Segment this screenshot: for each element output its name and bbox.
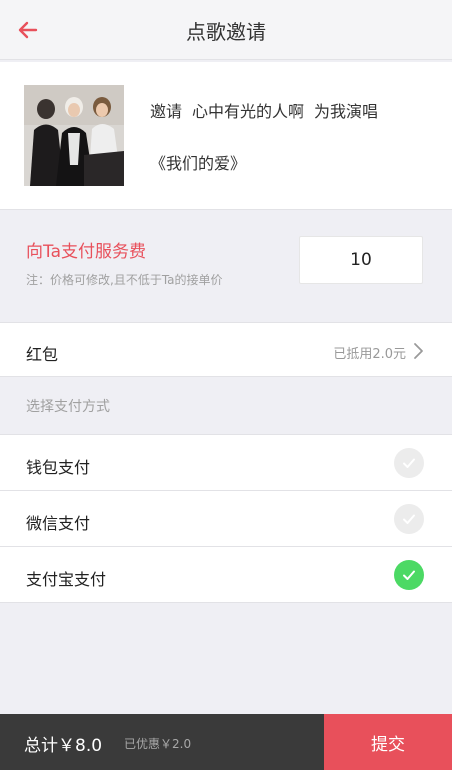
payment-option-label: 支付宝支付 — [26, 570, 107, 589]
song-title: 《我们的爱》 — [150, 154, 247, 173]
service-fee-input[interactable] — [299, 236, 423, 284]
check-circle-icon[interactable] — [394, 448, 424, 478]
inviter-name: 心中有光的人啊 — [192, 102, 305, 121]
invite-suffix: 为我演唱 — [314, 102, 379, 121]
red-packet-value: 已抵用2.0元 — [333, 347, 406, 362]
service-fee-title: 向Ta支付服务费 — [26, 242, 146, 262]
check-circle-selected-icon[interactable] — [394, 560, 424, 590]
discount-amount: 已优惠￥2.0 — [124, 737, 192, 751]
total-amount: 总计￥8.0 — [24, 736, 103, 756]
song-card: 邀请 心中有光的人啊 为我演唱 《我们的爱》 — [0, 62, 452, 210]
service-fee-section: 向Ta支付服务费 注：价格可修改,且不低于Ta的接单价 — [0, 212, 452, 320]
payment-option-wallet[interactable]: 钱包支付 — [0, 435, 452, 491]
invite-line: 邀请 心中有光的人啊 为我演唱 — [150, 98, 388, 122]
payment-option-label: 钱包支付 — [26, 458, 91, 477]
payment-section-label: 选择支付方式 — [26, 399, 110, 415]
payment-method-list: 钱包支付 微信支付 支付宝支付 — [0, 434, 452, 603]
service-fee-note: 注：价格可修改,且不低于Ta的接单价 — [26, 273, 223, 287]
red-packet-label: 红包 — [26, 345, 59, 364]
checkout-bar: 总计￥8.0 已优惠￥2.0 提交 — [0, 714, 452, 770]
page-title: 点歌邀请 — [186, 20, 266, 44]
submit-button[interactable]: 提交 — [324, 714, 452, 770]
payment-option-label: 微信支付 — [26, 514, 91, 533]
check-circle-icon[interactable] — [394, 504, 424, 534]
red-packet-row[interactable]: 红包 已抵用2.0元 — [0, 322, 452, 377]
payment-option-alipay[interactable]: 支付宝支付 — [0, 547, 452, 603]
payment-option-wechat[interactable]: 微信支付 — [0, 491, 452, 547]
top-nav-bar: 点歌邀请 — [0, 0, 452, 60]
chevron-right-icon — [414, 343, 423, 359]
invite-prefix: 邀请 — [150, 102, 183, 121]
album-cover-image — [24, 85, 124, 186]
